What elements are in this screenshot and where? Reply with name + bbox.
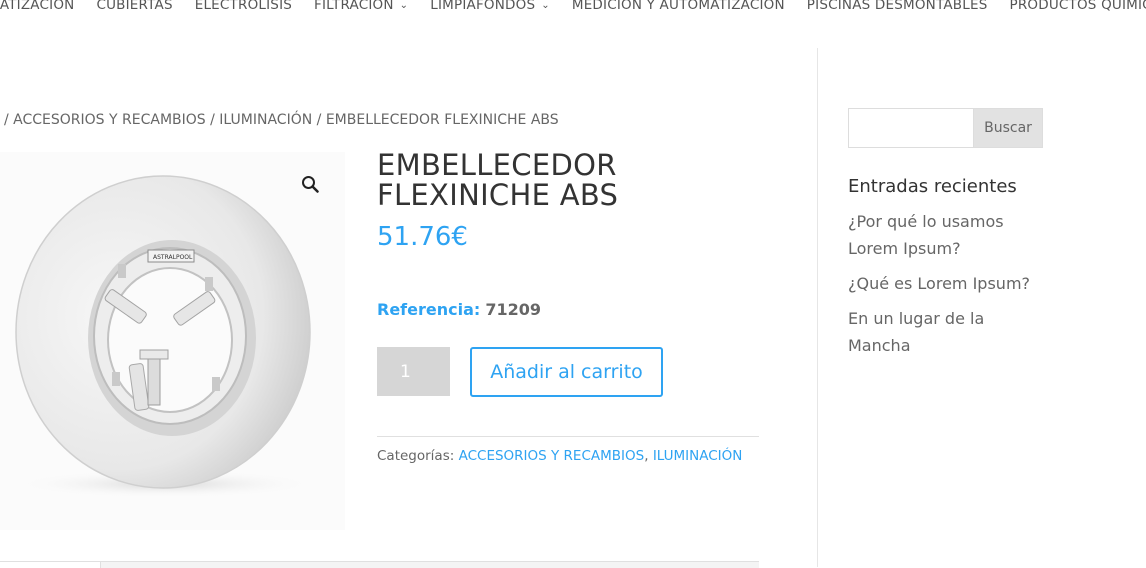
product-brand-logo: ASTRALPOOL [153, 254, 193, 261]
breadcrumb-link-iluminacion[interactable]: ILUMINACIÓN [219, 112, 312, 128]
breadcrumb-current: EMBELLECEDOR FLEXINICHE ABS [325, 112, 559, 128]
search-input[interactable] [848, 108, 974, 148]
product-photo: ASTRALPOOL [15, 175, 315, 498]
reference-value: 71209 [485, 300, 542, 319]
nav-item-label: CUBIERTAS [96, 0, 173, 13]
nav-item-label: MATIZACIÓN [0, 0, 75, 13]
add-to-cart-button[interactable]: Añadir al carrito [470, 347, 663, 397]
quantity-input[interactable] [377, 347, 450, 396]
product-categories: Categorías: ACCESORIOS Y RECAMBIOS, ILUM… [377, 448, 742, 464]
nav-item-label: PISCINAS DESMONTABLES [806, 0, 988, 13]
main-navigation: MATIZACIÓN CUBIERTAS ELECTRÓLISIS FILTRA… [0, 0, 1146, 20]
divider [377, 436, 759, 437]
nav-item-label: PRODUCTOS QUÍMICOS [1009, 0, 1146, 13]
product-price: 51.76€ [377, 222, 468, 252]
product-title: EMBELLECEDOR FLEXINICHE ABS [377, 148, 619, 212]
chevron-down-icon: ⌄ [541, 0, 550, 11]
category-separator: , [644, 448, 649, 464]
breadcrumb-separator: / [316, 112, 322, 128]
product-reference: Referencia: 71209 [377, 300, 541, 319]
nav-item-cubiertas[interactable]: CUBIERTAS [96, 0, 172, 13]
recent-posts-list: ¿Por qué lo usamos Lorem Ipsum? ¿Qué es … [848, 208, 1038, 367]
category-link-accesorios[interactable]: ACCESORIOS Y RECAMBIOS [459, 448, 645, 464]
breadcrumb: / ACCESORIOS Y RECAMBIOS / ILUMINACIÓN /… [4, 112, 559, 128]
nav-item-label: FILTRACIÓN [314, 0, 394, 13]
categories-label: Categorías: [377, 448, 455, 464]
breadcrumb-link-accesorios[interactable]: ACCESORIOS Y RECAMBIOS [13, 112, 206, 128]
recent-post-link[interactable]: ¿Qué es Lorem Ipsum? [848, 270, 1038, 297]
breadcrumb-separator: / [210, 112, 215, 128]
nav-item-label: MEDICIÓN Y AUTOMATIZACIÓN [571, 0, 785, 13]
nav-item-productos-quimicos[interactable]: PRODUCTOS QUÍMICOS [1009, 0, 1146, 13]
recent-posts-title: Entradas recientes [848, 176, 1017, 197]
nav-item-medicion[interactable]: MEDICIÓN Y AUTOMATIZACIÓN [572, 0, 785, 13]
nav-item-electrolisis[interactable]: ELECTRÓLISIS [195, 0, 292, 13]
sidebar-divider [817, 48, 818, 567]
search-button[interactable]: Buscar [973, 108, 1043, 148]
category-link-iluminacion[interactable]: ILUMINACIÓN [653, 448, 743, 464]
nav-item-filtracion[interactable]: FILTRACIÓN ⌄ [314, 0, 408, 13]
product-image[interactable]: ASTRALPOOL [0, 152, 345, 530]
recent-post-link[interactable]: En un lugar de la Mancha [848, 305, 1038, 359]
magnifier-icon [302, 176, 319, 193]
nav-item-label: LIMPIAFONDOS [430, 0, 536, 13]
nav-item-limpiafondos[interactable]: LIMPIAFONDOS ⌄ [430, 0, 550, 13]
chevron-down-icon: ⌄ [399, 0, 409, 11]
nav-item-label: ELECTRÓLISIS [194, 0, 293, 13]
breadcrumb-separator: / [4, 112, 9, 128]
nav-item-piscinas[interactable]: PISCINAS DESMONTABLES [807, 0, 988, 13]
zoom-button[interactable] [296, 170, 324, 198]
reference-label: Referencia: [377, 300, 481, 319]
nav-item-matizacion[interactable]: MATIZACIÓN [0, 0, 74, 13]
recent-post-link[interactable]: ¿Por qué lo usamos Lorem Ipsum? [848, 208, 1038, 262]
tab-description[interactable] [0, 562, 101, 568]
